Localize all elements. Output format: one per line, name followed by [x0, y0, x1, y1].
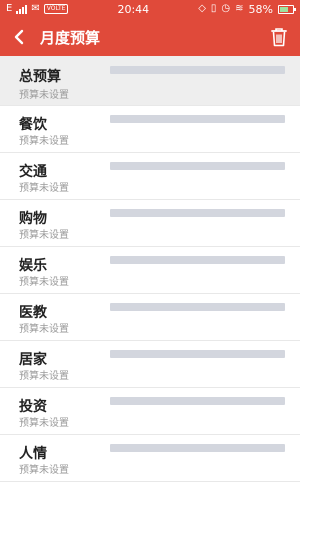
budget-row-social[interactable]: 人情 预算未设置	[0, 435, 300, 482]
budget-row-catering[interactable]: 餐饮 预算未设置	[0, 106, 300, 153]
progress-bar	[110, 350, 285, 358]
progress-bar	[110, 162, 285, 170]
row-status: 预算未设置	[19, 230, 69, 241]
row-label: 总预算	[19, 69, 61, 85]
progress-bar	[110, 209, 285, 217]
budget-row-shopping[interactable]: 购物 预算未设置	[0, 200, 300, 247]
battery-icon	[277, 4, 296, 14]
budget-list: 总预算 预算未设置 餐饮 预算未设置 交通 预算未设置 购物 预算未设置 娱乐 …	[0, 56, 300, 482]
mail-icon: ✉	[31, 3, 40, 14]
status-bar: E ✉ VOLTE 20:44 ◇ ▯ ◷ ≋ 58%	[0, 0, 300, 18]
row-status: 预算未设置	[19, 371, 69, 382]
row-label: 娱乐	[19, 258, 47, 274]
page-title: 月度预算	[40, 28, 101, 47]
alarm-icon: ◷	[221, 3, 231, 14]
progress-bar	[110, 397, 285, 405]
bulb-icon: ◇	[198, 3, 206, 14]
trash-icon[interactable]	[268, 26, 290, 48]
row-status: 预算未设置	[19, 465, 69, 476]
row-status: 预算未设置	[19, 90, 69, 101]
row-label: 餐饮	[19, 117, 47, 133]
vibrate-icon: ▯	[210, 3, 217, 14]
budget-row-transport[interactable]: 交通 预算未设置	[0, 153, 300, 200]
status-right: ◇ ▯ ◷ ≋ 58%	[198, 2, 296, 16]
progress-bar	[110, 303, 285, 311]
budget-row-entertainment[interactable]: 娱乐 预算未设置	[0, 247, 300, 294]
row-status: 预算未设置	[19, 418, 69, 429]
status-left-glyph: E	[6, 3, 13, 14]
row-label: 医教	[19, 305, 47, 321]
row-status: 预算未设置	[19, 136, 69, 147]
row-status: 预算未设置	[19, 324, 69, 335]
row-label: 购物	[19, 211, 47, 227]
app-bar: 月度预算	[0, 18, 300, 56]
budget-row-total[interactable]: 总预算 预算未设置	[0, 56, 300, 106]
row-label: 投资	[19, 399, 47, 415]
progress-bar	[110, 115, 285, 123]
budget-row-investment[interactable]: 投资 预算未设置	[0, 388, 300, 435]
volte-badge: VOLTE	[43, 4, 69, 14]
budget-row-home[interactable]: 居家 预算未设置	[0, 341, 300, 388]
wifi-icon: ≋	[235, 3, 244, 14]
row-status: 预算未设置	[19, 183, 69, 194]
status-time: 20:44	[117, 2, 150, 16]
row-label: 居家	[19, 352, 47, 368]
progress-bar	[110, 66, 285, 74]
chevron-left-icon[interactable]	[10, 28, 28, 46]
battery-percent: 58%	[248, 2, 273, 16]
progress-bar	[110, 444, 285, 452]
signal-icon	[16, 4, 28, 14]
status-left: E ✉ VOLTE	[6, 3, 69, 14]
row-label: 交通	[19, 164, 47, 180]
progress-bar	[110, 256, 285, 264]
budget-row-medical-education[interactable]: 医教 预算未设置	[0, 294, 300, 341]
row-label: 人情	[19, 446, 47, 462]
row-status: 预算未设置	[19, 277, 69, 288]
